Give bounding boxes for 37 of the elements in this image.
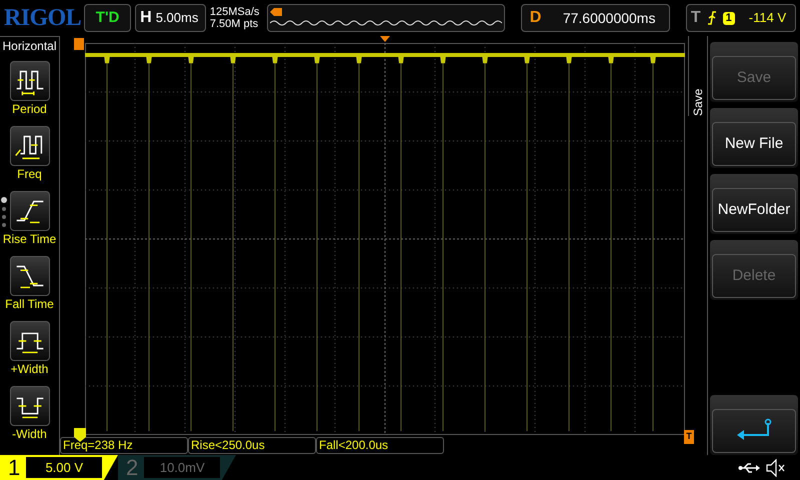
rising-edge-icon: [706, 11, 717, 25]
menu-title: Horizontal: [2, 38, 57, 55]
channel-tab[interactable]: 1 5.00 V: [0, 455, 118, 480]
trigger-label: T: [690, 8, 701, 28]
timebase-label: H: [139, 8, 153, 28]
channel-number: 2: [126, 456, 138, 480]
trigger-box[interactable]: T 1 -114 V: [686, 4, 796, 32]
trigger-position-icon: [270, 8, 282, 16]
delay-box[interactable]: D 77.6000000ms: [520, 4, 670, 32]
channel-scale: 10.0mV: [144, 457, 220, 478]
timebase-value: 5.00ms: [156, 9, 198, 28]
usb-icon: [738, 462, 760, 474]
measurement-readout: Fall<200.0us: [316, 437, 444, 454]
trigger-level: -114 V: [748, 9, 786, 28]
run-status[interactable]: T'D: [84, 4, 132, 32]
channel-offset-marker-icon: [74, 38, 84, 50]
menu-title: Save: [692, 88, 704, 116]
timebase-box[interactable]: H 5.00ms: [135, 4, 206, 32]
channel-number: 1: [8, 456, 20, 480]
trigger-level-marker: T: [684, 430, 694, 444]
softkey-button[interactable]: New File: [710, 108, 798, 168]
channel-scale: 5.00 V: [26, 457, 102, 478]
delay-label: D: [528, 8, 542, 28]
memory-waveform-icon: [270, 18, 502, 28]
measurement-readout: Freq=238 Hz: [60, 437, 188, 454]
speaker-muted-icon: [766, 458, 786, 476]
channel-tab[interactable]: 2 10.0mV: [118, 455, 236, 480]
time-marker-icon: [380, 36, 390, 42]
sample-rate: 125MSa/s: [210, 6, 260, 18]
softkey-button[interactable]: NewFolder: [710, 174, 798, 234]
channel-marker-icon: [74, 428, 86, 442]
logo: RIGOL: [4, 4, 80, 33]
measurement-readout: Rise<250.0us: [188, 437, 316, 454]
trigger-source: 1: [722, 12, 735, 24]
return-button[interactable]: [710, 395, 798, 455]
delay-value: 77.6000000ms: [562, 8, 656, 28]
memory-depth: 7.50M pts: [210, 18, 260, 30]
